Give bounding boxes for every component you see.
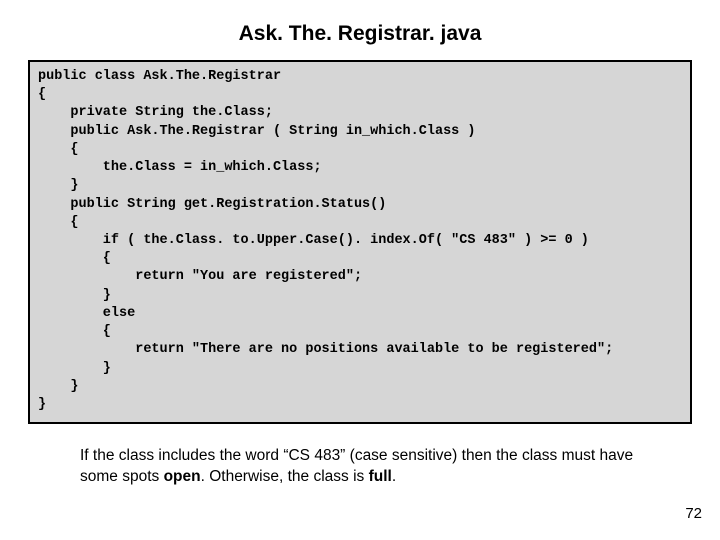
caption-part2: . Otherwise, the class is	[201, 468, 369, 485]
code-listing: public class Ask.The.Registrar { private…	[28, 60, 692, 424]
caption-open: open	[164, 468, 201, 485]
caption-part3: .	[392, 468, 396, 485]
slide-title: Ask. The. Registrar. java	[0, 0, 720, 60]
page-number: 72	[685, 505, 702, 522]
caption-full: full	[369, 468, 392, 485]
caption-text: If the class includes the word “CS 483” …	[80, 446, 640, 488]
